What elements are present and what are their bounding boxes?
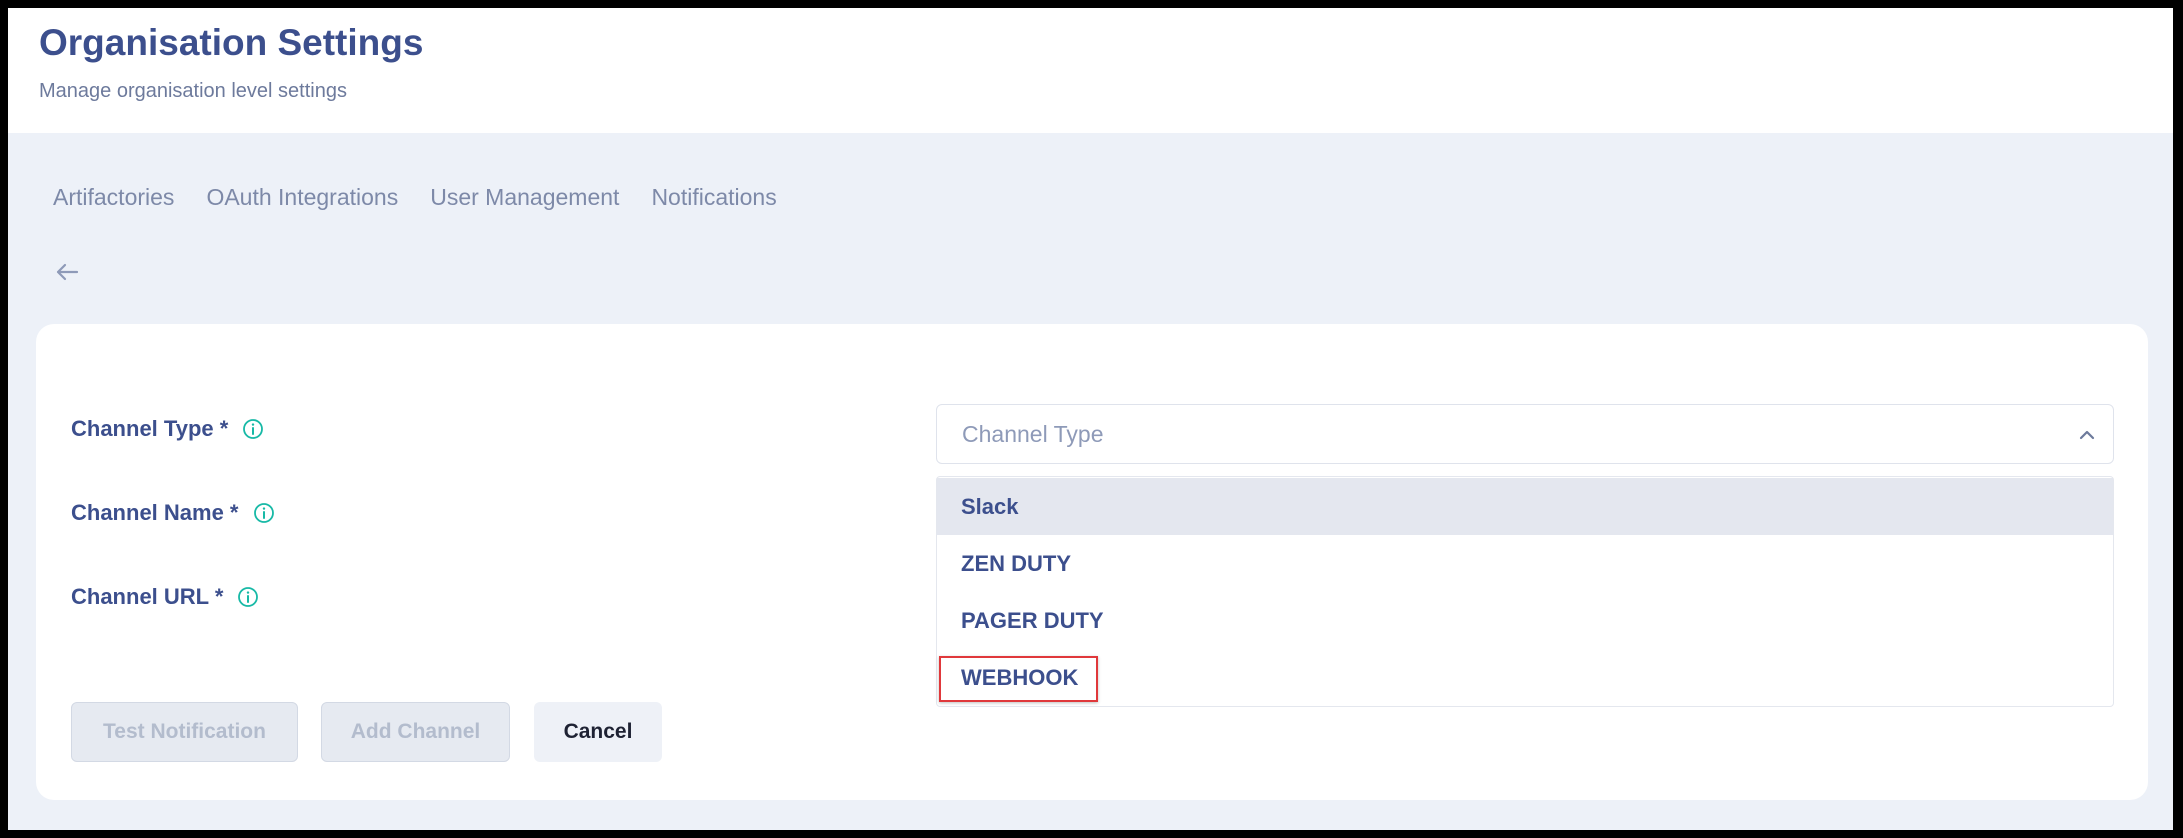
settings-tabs: Artifactories OAuth Integrations User Ma… [53, 184, 777, 211]
page-title: Organisation Settings [39, 22, 424, 63]
option-label: WEBHOOK [961, 664, 1079, 690]
channel-type-dropdown: Slack ZEN DUTY PAGER DUTY WEBHOOK [936, 476, 2114, 707]
app-frame: Organisation Settings Manage organisatio… [8, 8, 2173, 830]
back-button[interactable] [50, 255, 84, 289]
channel-name-field: Channel Name * [71, 500, 275, 526]
add-channel-button[interactable]: Add Channel [321, 702, 510, 762]
page-header: Organisation Settings Manage organisatio… [8, 8, 2173, 133]
tab-user-management[interactable]: User Management [430, 184, 619, 211]
notification-channel-form: Channel Type * Channel Name * Channel UR… [36, 324, 2148, 800]
option-slack[interactable]: Slack [937, 478, 2113, 535]
channel-url-label: Channel URL * [71, 584, 224, 609]
info-icon[interactable] [242, 418, 264, 440]
tab-oauth-integrations[interactable]: OAuth Integrations [206, 184, 398, 211]
channel-type-select[interactable]: Channel Type [936, 404, 2114, 464]
channel-name-label: Channel Name * [71, 500, 239, 525]
option-zen-duty[interactable]: ZEN DUTY [937, 535, 2113, 592]
test-notification-button[interactable]: Test Notification [71, 702, 298, 762]
page-subtitle: Manage organisation level settings [39, 80, 347, 102]
option-label: ZEN DUTY [961, 550, 1071, 576]
channel-type-field: Channel Type * [71, 416, 264, 442]
tab-notifications[interactable]: Notifications [651, 184, 776, 211]
chevron-up-icon [2079, 430, 2095, 440]
option-label: PAGER DUTY [961, 607, 1104, 633]
channel-type-placeholder: Channel Type [962, 421, 1104, 447]
info-icon[interactable] [253, 502, 275, 524]
channel-url-field: Channel URL * [71, 584, 259, 610]
option-label: Slack [961, 493, 1019, 519]
cancel-button[interactable]: Cancel [534, 702, 662, 762]
tab-artifactories[interactable]: Artifactories [53, 184, 174, 211]
info-icon[interactable] [237, 586, 259, 608]
arrow-left-icon [56, 263, 79, 281]
option-pager-duty[interactable]: PAGER DUTY [937, 592, 2113, 649]
channel-type-label: Channel Type * [71, 416, 229, 441]
option-webhook[interactable]: WEBHOOK [937, 649, 2113, 706]
